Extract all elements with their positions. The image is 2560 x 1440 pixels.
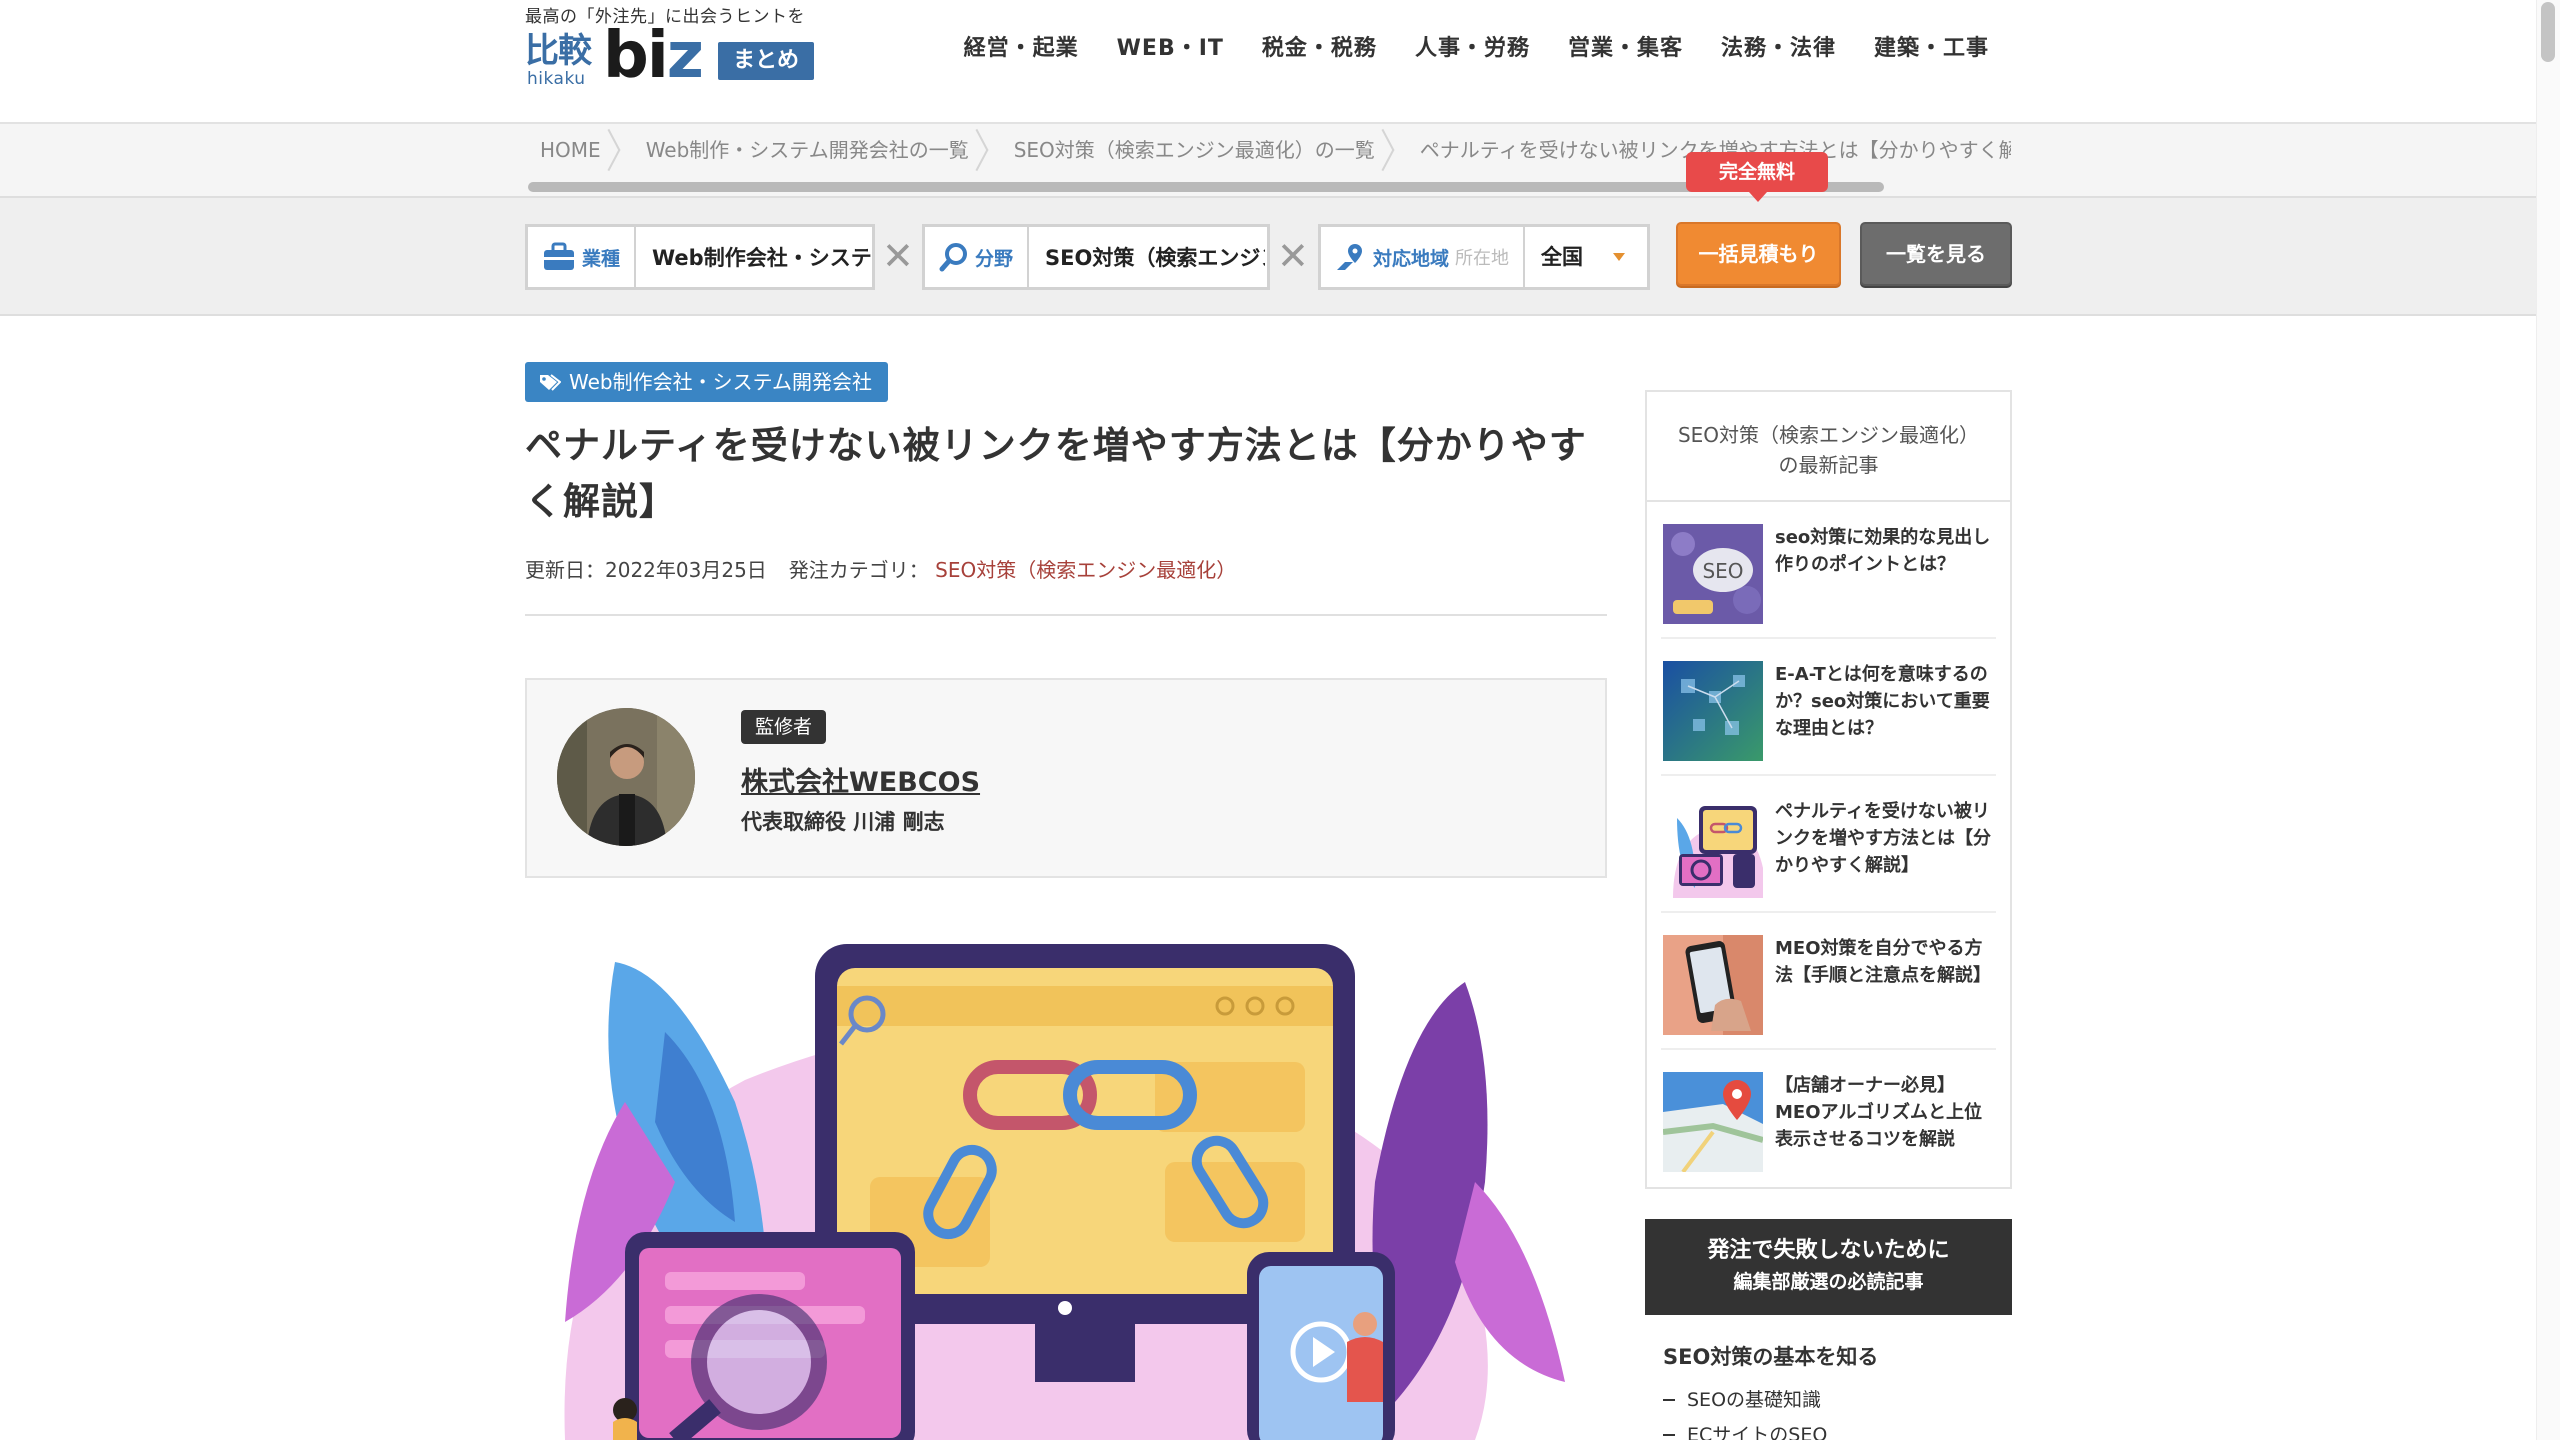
sidebar-article-0[interactable]: SEO seo対策に効果的な見出し作りのポイントとは？ [1661, 502, 1996, 639]
site-logo[interactable]: 比較 hikaku biz まとめ [525, 24, 815, 89]
supervisor-box: 監修者 株式会社WEBCOS 代表取締役 川浦 剛志 [525, 678, 1607, 878]
logo-matome: まとめ [718, 42, 814, 80]
latest-articles-heading: SEO対策（検索エンジン最適化） の最新記事 [1647, 392, 2010, 502]
area-label: 対応地域 所在地 [1321, 227, 1526, 287]
breadcrumb-bar: HOME Web制作・システム開発会社の一覧 SEO対策（検索エンジン最適化）の… [0, 124, 2536, 198]
nav-construction[interactable]: 建築・工事 [1874, 30, 1989, 62]
field-value: SEO対策（検索エンジン最適化） [1045, 246, 1265, 270]
nav-tax[interactable]: 税金・税務 [1262, 30, 1377, 62]
logo-biz: biz [603, 19, 704, 93]
breadcrumb-web-list[interactable]: Web制作・システム開発会社の一覧 [631, 124, 999, 176]
search-icon [939, 243, 967, 272]
updated-date: 2022年03月25日 [605, 558, 767, 582]
nav-hr[interactable]: 人事・労務 [1415, 30, 1530, 62]
supervisor-badge: 監修者 [741, 710, 827, 744]
field-label: 分野 [925, 227, 1030, 287]
free-badge: 完全無料 [1686, 152, 1828, 202]
industry-select[interactable]: 業種 Web制作会社・システム開発会社 [525, 224, 875, 290]
divider [525, 614, 1607, 616]
logo-kanji: 比較 [525, 31, 592, 71]
area-select[interactable]: 対応地域 所在地 全国 [1318, 224, 1650, 290]
order-category-link[interactable]: SEO対策（検索エンジン最適化） [935, 558, 1236, 582]
article-meta: 更新日：2022年03月25日 発注カテゴリ： SEO対策（検索エンジン最適化） [525, 558, 1237, 582]
category-tag[interactable]: Web制作会社・システム開発会社 [525, 362, 889, 402]
chevron-right-icon [607, 124, 625, 176]
site-header: 最高の「外注先」に出会うヒントを 比較 hikaku biz まとめ 経営・起業… [0, 0, 2536, 124]
sidebar-article-1[interactable]: E-A-Tとは何を意味するのか？seo対策において重要な理由とは？ [1661, 639, 1996, 776]
briefcase-icon [544, 242, 574, 270]
sidebar-article-2[interactable]: ペナルティを受けない被リンクを増やす方法とは【分かりやすく解説】 [1661, 776, 1996, 913]
article-title: ペナルティを受けない被リンクを増やす方法とは【分かりやすく解説】 [525, 424, 1587, 523]
global-nav: 経営・起業 WEB・IT 税金・税務 人事・労務 営業・集客 法務・法律 建築・… [964, 30, 1989, 62]
search-bar: 業種 Web制作会社・システム開発会社 ✕ 分野 SEO対策（検索エンジン最適化… [0, 198, 2536, 316]
sidebar: SEO対策（検索エンジン最適化） の最新記事 SEO seo対策に効果的な見出し… [1645, 390, 2012, 1440]
must-read-heading: 発注で失敗しないために 編集部厳選の必読記事 [1645, 1219, 2012, 1315]
breadcrumb-home[interactable]: HOME [525, 124, 631, 176]
nav-sales[interactable]: 営業・集客 [1568, 30, 1683, 62]
must-read-link-seo-basics[interactable]: SEOの基礎知識 [1645, 1385, 2012, 1412]
tag-icon [540, 374, 561, 391]
industry-value: Web制作会社・システム開発会社 [652, 246, 872, 270]
industry-label: 業種 [528, 227, 637, 287]
chevron-right-icon [975, 124, 993, 176]
hero-illustration [525, 922, 1607, 1440]
breadcrumb-scrollbar[interactable] [528, 182, 1884, 192]
must-read-link-ec-seo[interactable]: ECサイトのSEO [1645, 1420, 2012, 1440]
chevron-right-icon [1381, 124, 1399, 176]
article-thumbnail: SEO [1663, 524, 1763, 624]
breadcrumb-seo-list[interactable]: SEO対策（検索エンジン最適化）の一覧 [999, 124, 1405, 176]
page-scrollbar-thumb[interactable] [2541, 2, 2555, 62]
nav-keiei[interactable]: 経営・起業 [964, 30, 1079, 62]
article-thumbnail [1663, 661, 1763, 761]
nav-legal[interactable]: 法務・法律 [1721, 30, 1836, 62]
avatar [557, 708, 695, 846]
article-thumbnail [1663, 1072, 1763, 1172]
nav-web-it[interactable]: WEB・IT [1117, 30, 1224, 62]
supervisor-company-link[interactable]: 株式会社WEBCOS [741, 760, 980, 799]
estimate-button[interactable]: 一括見積もり [1676, 222, 1841, 286]
map-pin-icon [1337, 244, 1362, 270]
area-value: 全国 [1525, 227, 1635, 287]
latest-articles-box: SEO対策（検索エンジン最適化） の最新記事 SEO seo対策に効果的な見出し… [1645, 390, 2012, 1189]
page-scrollbar-track[interactable] [2536, 0, 2560, 1440]
svg-text:SEO: SEO [1702, 559, 1743, 583]
sidebar-article-4[interactable]: 【店舗オーナー必見】MEOアルゴリズムと上位表示させるコツを解説 [1661, 1050, 1996, 1187]
cross-icon: ✕ [1277, 234, 1309, 278]
list-button[interactable]: 一覧を見る [1860, 222, 2012, 286]
dropdown-arrow-icon [1613, 253, 1626, 261]
article-thumbnail [1663, 935, 1763, 1035]
article-thumbnail [1663, 798, 1763, 898]
cross-icon: ✕ [882, 234, 914, 278]
sidebar-article-3[interactable]: MEO対策を自分でやる方法【手順と注意点を解説】 [1661, 913, 1996, 1050]
supervisor-name: 代表取締役 川浦 剛志 [741, 810, 945, 834]
logo-roman: hikaku [527, 69, 586, 89]
field-select[interactable]: 分野 SEO対策（検索エンジン最適化） [922, 224, 1270, 290]
must-read-section-title: SEO対策の基本を知る [1663, 1345, 1879, 1369]
